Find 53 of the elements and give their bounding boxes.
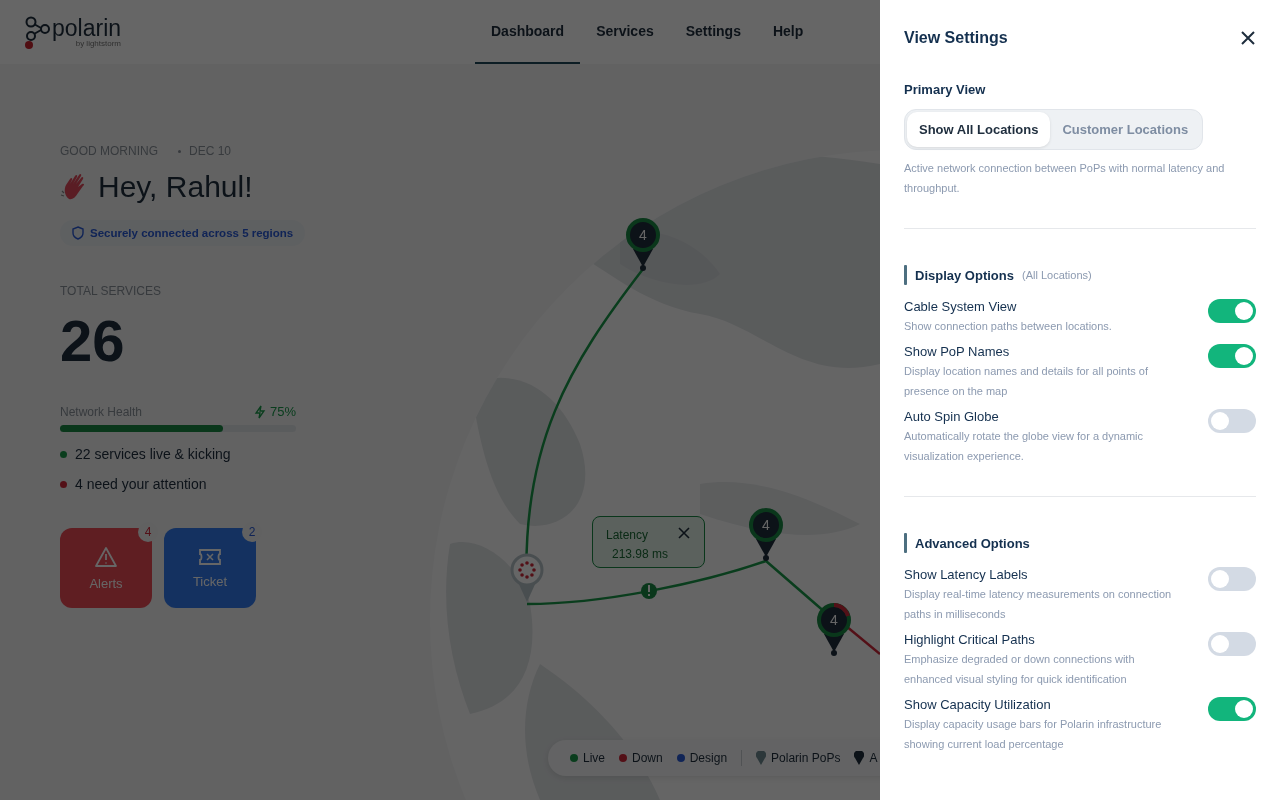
section-title: Advanced Options [915, 535, 1030, 551]
option-description: Display location names and details for all points of presence on the map [904, 364, 1149, 399]
toggle-switch[interactable] [1208, 344, 1256, 368]
toggle-switch[interactable] [1208, 697, 1256, 721]
legend-label: Polarin PoPs [771, 751, 841, 765]
nav-tab[interactable]: Dashboard [475, 0, 581, 64]
nav-tab[interactable]: Services [580, 0, 670, 64]
total-services-count: 26 [60, 312, 126, 370]
status-text: 22 services live & kicking [75, 446, 231, 462]
logo-wordmark: polarin [52, 16, 122, 40]
option-description: Display real-time latency measurements on connection paths in milliseconds [904, 587, 1173, 622]
shield-icon [72, 226, 84, 240]
option-label: Cable System View [904, 299, 1018, 314]
section-qualifier: (All Locations) [1021, 269, 1092, 281]
status-text: 4 need your attention [75, 476, 207, 492]
panel-title: View Settings [904, 29, 1008, 47]
tooltip-title: Latency [606, 528, 649, 542]
route-line [845, 625, 880, 655]
hub-pin[interactable] [510, 553, 544, 602]
section-label: Primary View [904, 82, 987, 97]
toggle-switch[interactable] [1208, 632, 1256, 656]
option-description: Show connection paths between locations. [904, 319, 1113, 334]
secure-text: Securely connected across 5 regions [90, 227, 294, 239]
toggle-switch[interactable] [1208, 299, 1256, 323]
toggle-switch[interactable] [1208, 567, 1256, 591]
option-label: Show PoP Names [904, 344, 1011, 359]
option-label: Auto Spin Globe [904, 409, 1000, 424]
toggle-switch[interactable] [1208, 409, 1256, 433]
close-icon[interactable] [1240, 30, 1256, 46]
view-description: Active network connection between PoPs with normal latency and throughput. [904, 161, 1226, 196]
option-label: Show Capacity Utilization [904, 697, 1052, 712]
nav-tab[interactable]: Settings [669, 0, 757, 64]
ticket-icon [198, 547, 222, 566]
legend-label: Down [632, 751, 663, 765]
health-percentage: 75% [269, 404, 296, 419]
logo-icon [24, 15, 50, 49]
option-label: Highlight Critical Paths [904, 632, 1036, 647]
warning-marker[interactable] [641, 583, 657, 599]
legend-label: A [869, 751, 878, 765]
option-description: Emphasize degraded or down connections with enhanced visual styling for quick identification [904, 652, 1136, 687]
warning-icon [94, 545, 118, 568]
option-label: Show Latency Labels [904, 567, 1029, 582]
legend-label: Design [689, 751, 728, 765]
option-description: Display capacity usage bars for Polarin infrastructure showing current load percentage [904, 717, 1163, 752]
nav-tab[interactable]: Help [756, 0, 820, 64]
latency-value: 213.98 ms [611, 547, 670, 561]
section-title: Display Options [915, 267, 1014, 283]
option-description: Automatically rotate the globe view for a dynamic visualization experience. [904, 429, 1145, 464]
view-option[interactable]: Show All Locations [907, 112, 1051, 147]
lightning-icon [253, 404, 266, 419]
view-option[interactable]: Customer Locations [1050, 112, 1201, 147]
legend-label: Live [583, 751, 605, 765]
greeting-title: Hey, Rahul! [98, 170, 253, 204]
